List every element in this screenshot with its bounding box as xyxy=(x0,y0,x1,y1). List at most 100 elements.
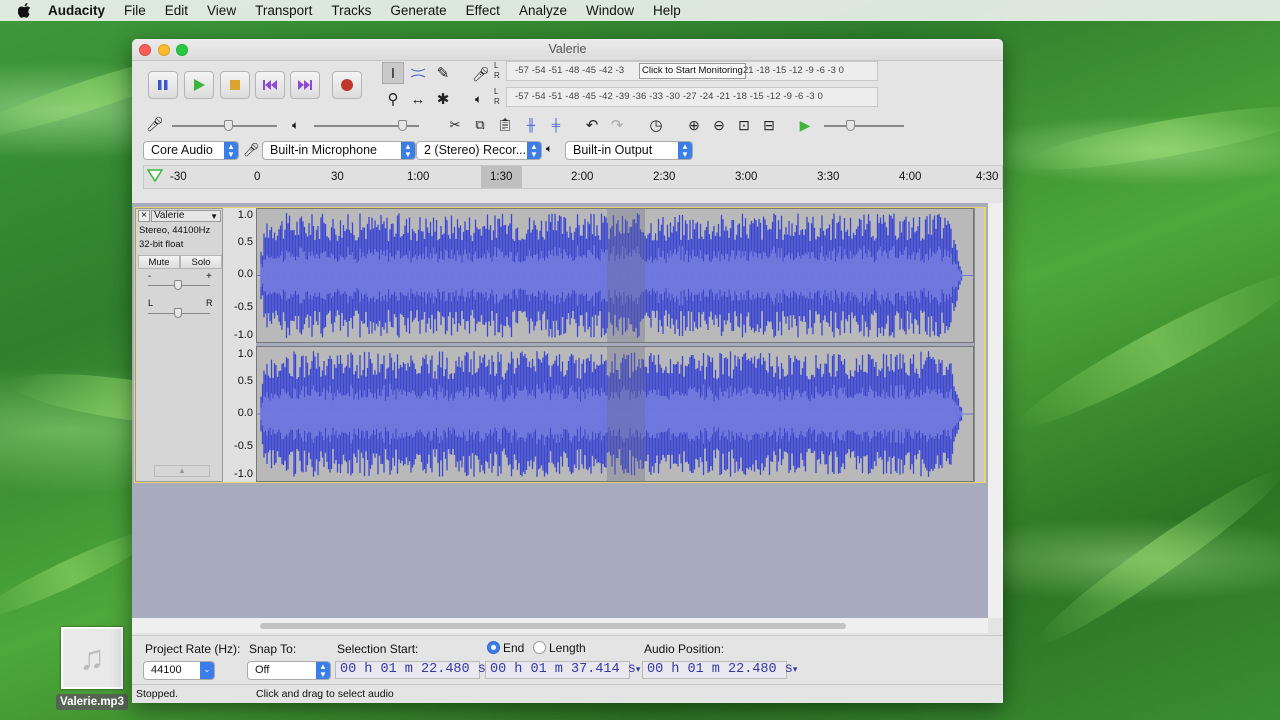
play-button[interactable] xyxy=(184,71,214,99)
input-device-value: Built-in Microphone xyxy=(270,143,377,157)
host-select[interactable]: Core Audio ▲ ▼ xyxy=(143,141,239,160)
play-speed-knob[interactable] xyxy=(846,120,855,131)
play-head-arrow-icon[interactable] xyxy=(147,169,163,183)
length-radio[interactable]: Length xyxy=(533,641,586,655)
record-meter[interactable]: -57 -54 -51 -48 -45 -42 -3 Click to Star… xyxy=(506,61,878,81)
output-device-value: Built-in Output xyxy=(573,143,653,157)
collapse-track-icon[interactable]: ▲ xyxy=(154,465,210,477)
fit-project-icon[interactable]: ⊟ xyxy=(758,114,780,136)
horizontal-scrollbar[interactable] xyxy=(132,618,988,633)
play-speed-slider[interactable] xyxy=(824,125,904,127)
track-menu-arrow-icon: ▼ xyxy=(210,212,218,221)
timeline-ruler[interactable]: -30 0 30 1:00 1:30 2:00 2:30 3:00 3:30 4… xyxy=(143,165,1003,189)
zoom-button[interactable] xyxy=(176,44,188,56)
project-rate-value: 44100 xyxy=(151,664,182,676)
ruler-tick: 3:30 xyxy=(817,171,840,183)
track-name-menu[interactable]: Valerie ▼ xyxy=(151,210,221,222)
solo-button[interactable]: Solo xyxy=(180,255,222,269)
trim-icon[interactable]: ╫ xyxy=(520,114,542,136)
zoom-out-icon[interactable]: ⊖ xyxy=(708,114,730,136)
output-device-select[interactable]: Built-in Output ▲ ▼ xyxy=(565,141,693,160)
stop-button[interactable] xyxy=(220,71,250,99)
redo-icon[interactable]: ↷ xyxy=(606,114,628,136)
end-radio[interactable]: End xyxy=(487,641,524,655)
pause-button[interactable] xyxy=(148,71,178,99)
pan-knob[interactable] xyxy=(174,308,182,318)
playback-meter-icon[interactable]: 🔈︎ xyxy=(475,92,482,107)
scale-label: -1.0 xyxy=(234,329,253,341)
selected-region xyxy=(607,347,645,481)
timeshift-tool-icon[interactable]: ↔ xyxy=(407,88,429,110)
desktop-file-label[interactable]: Valerie.mp3 xyxy=(56,694,128,710)
menu-app-name[interactable]: Audacity xyxy=(48,3,105,18)
selection-tool-icon[interactable]: I xyxy=(382,62,404,84)
monitoring-hint[interactable]: Click to Start Monitoring xyxy=(639,63,746,79)
snap-to-label: Snap To: xyxy=(249,642,297,656)
playback-meter[interactable]: -57 -54 -51 -48 -45 -42 -39 -36 -33 -30 … xyxy=(506,87,878,107)
menu-transport[interactable]: Transport xyxy=(255,3,312,18)
pause-icon xyxy=(158,80,168,90)
skip-end-button[interactable] xyxy=(290,71,320,99)
length-radio-label: Length xyxy=(549,641,586,655)
menu-tracks[interactable]: Tracks xyxy=(331,3,371,18)
project-rate-select[interactable]: 44100 ⌄ xyxy=(143,661,215,680)
input-device-select[interactable]: Built-in Microphone ▲ ▼ xyxy=(262,141,416,160)
selected-region xyxy=(607,209,645,342)
cut-icon[interactable]: ✂ xyxy=(444,114,466,136)
zoom-in-icon[interactable]: ⊕ xyxy=(683,114,705,136)
menu-effect[interactable]: Effect xyxy=(466,3,500,18)
envelope-tool-icon[interactable] xyxy=(407,62,429,84)
undo-icon[interactable]: ↶ xyxy=(581,114,603,136)
selection-end-time[interactable]: 00 h 01 m 37.414 s▾ xyxy=(485,661,640,679)
draw-tool-icon[interactable]: ✎ xyxy=(432,62,454,84)
record-meter-icon[interactable]: 🎤︎ xyxy=(472,66,490,83)
track-name: Valerie xyxy=(154,210,185,221)
selection-start-time[interactable]: 00 h 01 m 22.480 s▾ xyxy=(335,661,490,679)
menu-edit[interactable]: Edit xyxy=(165,3,188,18)
waveform-left-channel[interactable] xyxy=(256,208,974,343)
menu-help[interactable]: Help xyxy=(653,3,681,18)
input-volume-knob[interactable] xyxy=(224,120,233,131)
record-meter-scale: -57 -54 -51 -48 -45 -42 -3 xyxy=(515,65,625,76)
paste-icon[interactable]: 📋︎ xyxy=(494,114,516,136)
status-state: Stopped. xyxy=(136,688,179,700)
track-area[interactable]: × Valerie ▼ Stereo, 44100Hz 32-bit float… xyxy=(132,203,1003,618)
track-close-icon[interactable]: × xyxy=(138,210,150,222)
meter-l-label: L xyxy=(494,87,499,96)
menu-view[interactable]: View xyxy=(207,3,236,18)
close-button[interactable] xyxy=(139,44,151,56)
menu-analyze[interactable]: Analyze xyxy=(519,3,567,18)
menu-generate[interactable]: Generate xyxy=(390,3,446,18)
skip-start-button[interactable] xyxy=(255,71,285,99)
waveform-right-channel[interactable] xyxy=(256,346,974,482)
menu-window[interactable]: Window xyxy=(586,3,634,18)
silence-icon[interactable]: ╪ xyxy=(545,114,567,136)
mute-button[interactable]: Mute xyxy=(138,255,180,269)
zoom-tool-icon[interactable]: ⚲ xyxy=(382,88,404,110)
menu-file[interactable]: File xyxy=(124,3,146,18)
status-hint: Click and drag to select audio xyxy=(256,688,394,700)
record-button[interactable] xyxy=(332,71,362,99)
scale-label: 0.5 xyxy=(237,236,253,248)
multi-tool-icon[interactable]: ✱ xyxy=(432,88,454,110)
selection-start-value: 00 h 01 m 22.480 s xyxy=(340,662,486,677)
horizontal-scroll-thumb[interactable] xyxy=(260,623,846,629)
copy-icon[interactable]: ⧉ xyxy=(469,114,491,136)
sync-lock-icon[interactable]: ◷ xyxy=(645,114,667,136)
ruler-tick: 1:30 xyxy=(490,171,513,183)
fit-selection-icon[interactable]: ⊡ xyxy=(733,114,755,136)
play-at-speed-icon[interactable]: ▶ xyxy=(794,114,816,136)
apple-icon[interactable] xyxy=(17,3,32,18)
snap-to-select[interactable]: Off ▲ ▼ xyxy=(247,661,331,680)
minimize-button[interactable] xyxy=(158,44,170,56)
scale-label: 1.0 xyxy=(237,348,253,360)
music-file-icon[interactable]: ♫ xyxy=(61,627,123,689)
channels-select[interactable]: 2 (Stereo) Recor... ▲ ▼ xyxy=(416,141,542,160)
gain-knob[interactable] xyxy=(174,280,182,290)
amplitude-scale[interactable]: 1.0 0.5 0.0 -0.5 -1.0 1.0 0.5 0.0 -0.5 -… xyxy=(223,208,256,482)
channels-value: 2 (Stereo) Recor... xyxy=(424,143,527,157)
audio-position-time[interactable]: 00 h 01 m 22.480 s▾ xyxy=(642,661,797,679)
vertical-scrollbar[interactable] xyxy=(988,203,1003,618)
selection-toolbar: Project Rate (Hz): 44100 ⌄ Snap To: Off ▲ ▼… xyxy=(132,635,1003,703)
output-volume-knob[interactable] xyxy=(398,120,407,131)
